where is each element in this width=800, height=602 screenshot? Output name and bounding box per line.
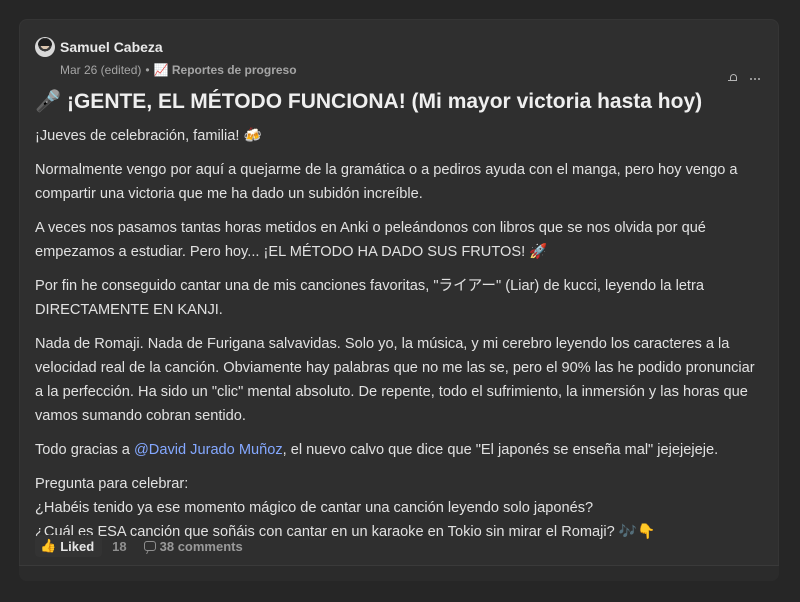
body-paragraph-4: Por fin he conseguido cantar una de mis …: [35, 278, 704, 318]
mention-suffix: , el nuevo calvo que dice que "El japoné…: [282, 442, 719, 458]
question-line-1: ¿Habéis tenido ya ese momento mágico de …: [35, 500, 594, 516]
comments-count: 38 comments: [159, 538, 243, 554]
body-paragraph-5: Nada de Romaji. Nada de Furigana salvavi…: [35, 336, 755, 424]
post-card: Samuel Cabeza Mar 26 (edited) • 📈 Reportes…: [19, 19, 779, 581]
post-header: Samuel Cabeza Mar 26 (edited) • 📈 Reportes…: [35, 37, 763, 81]
post-meta: Mar 26 (edited) • 📈 Reportes de progreso: [60, 63, 297, 77]
question-block: Pregunta para celebrar: ¿Habéis tenido y…: [35, 472, 765, 544]
author-name[interactable]: Samuel Cabeza: [60, 39, 163, 55]
comments-link[interactable]: 38 comments: [143, 538, 243, 554]
body-paragraph-1: ¡Jueves de celebración, familia! 🍻: [35, 128, 262, 144]
comment-icon: [143, 541, 156, 551]
body-paragraph-3: A veces nos pasamos tantas horas metidos…: [35, 220, 706, 260]
post-body: ¡Jueves de celebración, familia! 🍻 Norma…: [35, 124, 765, 544]
card-bottom-strip: [19, 565, 779, 581]
question-intro: Pregunta para celebrar:: [35, 476, 189, 492]
like-button[interactable]: 👍 Liked: [35, 535, 103, 557]
mention-prefix: Todo gracias a: [35, 442, 134, 458]
post-category[interactable]: 📈 Reportes de progreso: [154, 63, 297, 77]
thumbs-up-icon: 👍: [40, 538, 57, 553]
post-footer: 👍 Liked 18 38 comments: [35, 535, 243, 557]
body-paragraph-6: Todo gracias a @David Jurado Muñoz, el n…: [35, 438, 765, 462]
bell-icon[interactable]: [728, 74, 738, 84]
post-timestamp: Mar 26 (edited): [60, 63, 142, 77]
body-paragraph-2: Normalmente vengo por aquí a quejarme de…: [35, 162, 738, 202]
more-icon[interactable]: [750, 78, 760, 80]
post-title: 🎤 ¡GENTE, EL MÉTODO FUNCIONA! (Mi mayor …: [35, 90, 703, 113]
meta-separator: •: [145, 63, 150, 77]
post-actions: [728, 72, 760, 86]
like-count: 18: [112, 538, 127, 554]
like-label: Liked: [60, 538, 95, 554]
user-mention[interactable]: @David Jurado Muñoz: [134, 442, 283, 458]
author-avatar[interactable]: [35, 37, 55, 57]
